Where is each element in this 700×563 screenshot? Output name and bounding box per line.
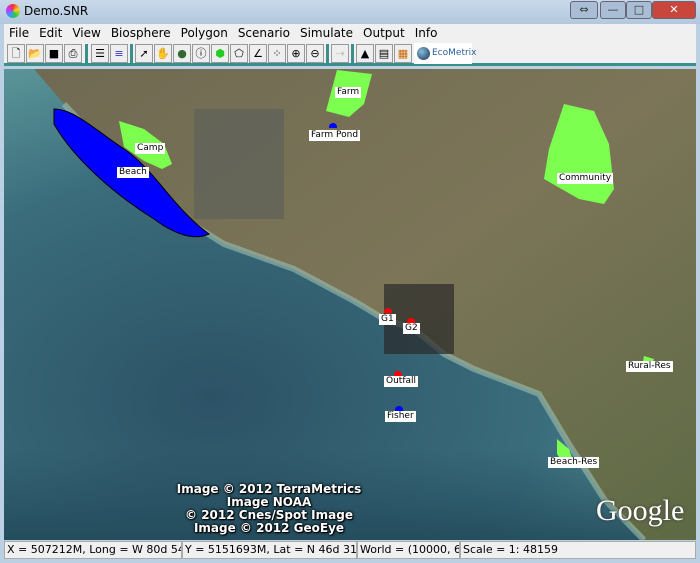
toolbar-separator: [130, 44, 133, 64]
polyline-icon[interactable]: ∠: [249, 44, 267, 63]
google-logo: Google: [596, 494, 685, 527]
pointer-icon[interactable]: ➚: [135, 44, 153, 63]
label-g2: G2: [403, 323, 420, 334]
restore-button[interactable]: ⇔: [570, 1, 598, 19]
toolbar: 🗋 📂 ■ ⎙ ☰ ≡ ➚ ✋ ● ⓘ ⬢ ⬠ ∠ ⁘ ⊕ ⊖ ⇢ ▲ ▤ ▦ …: [4, 42, 696, 66]
label-beach: Beach: [117, 167, 149, 178]
polygon-icon[interactable]: ⬠: [230, 44, 248, 63]
save-icon[interactable]: ■: [45, 44, 63, 63]
menu-edit[interactable]: Edit: [34, 24, 67, 42]
label-fisher: Fisher: [385, 411, 416, 422]
data-icon[interactable]: ▤: [375, 44, 393, 63]
ecometrix-logo: EcoMetrix: [414, 43, 477, 64]
layers-icon[interactable]: ☰: [91, 44, 109, 63]
imagery-copyright: Image © 2012 TerraMetrics Image NOAA © 2…: [174, 483, 364, 535]
point-marker-g1[interactable]: [384, 308, 392, 313]
forward-icon[interactable]: ⇢: [331, 44, 349, 63]
menu-info[interactable]: Info: [410, 24, 443, 42]
app-icon: [6, 4, 20, 18]
info-icon[interactable]: ⓘ: [192, 44, 210, 63]
minimize-button[interactable]: —: [600, 1, 626, 19]
north-arrow-icon[interactable]: ▲: [356, 44, 374, 63]
menu-bar: File Edit View Biosphere Polygon Scenari…: [4, 24, 696, 42]
title-bar: Demo.SNR ⇔ — □ ✕: [0, 0, 700, 24]
menu-scenario[interactable]: Scenario: [233, 24, 295, 42]
label-farm: Farm: [335, 87, 362, 98]
label-farm-pond: Farm Pond: [309, 130, 361, 141]
polygon-fill-icon[interactable]: ⬢: [211, 44, 229, 63]
copyright-line: Image © 2012 GeoEye: [193, 521, 345, 535]
label-community: Community: [557, 173, 614, 184]
maximize-button[interactable]: □: [626, 1, 652, 19]
list-icon[interactable]: ≡: [110, 44, 128, 63]
toolbar-separator: [351, 44, 354, 64]
status-y-lat: Y = 5151693M, Lat = N 46d 31m 7.56: [182, 541, 357, 559]
biosphere-icon[interactable]: ●: [173, 44, 191, 63]
print-icon[interactable]: ⎙: [64, 44, 82, 63]
status-scale: Scale = 1: 48159: [460, 541, 696, 559]
zoom-out-icon[interactable]: ⊖: [306, 44, 324, 63]
point-marker-farm-pond[interactable]: [329, 123, 337, 128]
new-icon[interactable]: 🗋: [7, 44, 25, 63]
toolbar-separator: [85, 44, 88, 64]
menu-biosphere[interactable]: Biosphere: [106, 24, 176, 42]
menu-output[interactable]: Output: [358, 24, 410, 42]
status-x-long: X = 507212M, Long = W 80d 54m 21.: [4, 541, 182, 559]
menu-polygon[interactable]: Polygon: [176, 24, 233, 42]
status-bar: X = 507212M, Long = W 80d 54m 21. Y = 51…: [4, 541, 696, 559]
vertices-icon[interactable]: ⁘: [268, 44, 286, 63]
open-icon[interactable]: 📂: [26, 44, 44, 63]
industrial-area: [194, 109, 284, 219]
status-world: World = (10000, 6840): [357, 541, 460, 559]
toolbar-separator: [326, 44, 329, 64]
label-rural-res: Rural-Res: [626, 361, 673, 372]
menu-view[interactable]: View: [67, 24, 105, 42]
label-camp: Camp: [135, 143, 166, 154]
pan-hand-icon[interactable]: ✋: [154, 44, 172, 63]
chart-icon[interactable]: ▦: [394, 44, 412, 63]
globe-icon: [417, 47, 430, 60]
label-outfall: Outfall: [384, 376, 419, 387]
menu-simulate[interactable]: Simulate: [295, 24, 358, 42]
label-beach-res: Beach-Res: [548, 457, 600, 468]
menu-file[interactable]: File: [4, 24, 34, 42]
label-g1: G1: [379, 314, 396, 325]
zoom-in-icon[interactable]: ⊕: [287, 44, 305, 63]
close-button[interactable]: ✕: [652, 1, 696, 19]
window-title: Demo.SNR: [24, 4, 89, 18]
map-view[interactable]: Beach Camp Farm Community Rural-Res Beac…: [4, 69, 696, 540]
